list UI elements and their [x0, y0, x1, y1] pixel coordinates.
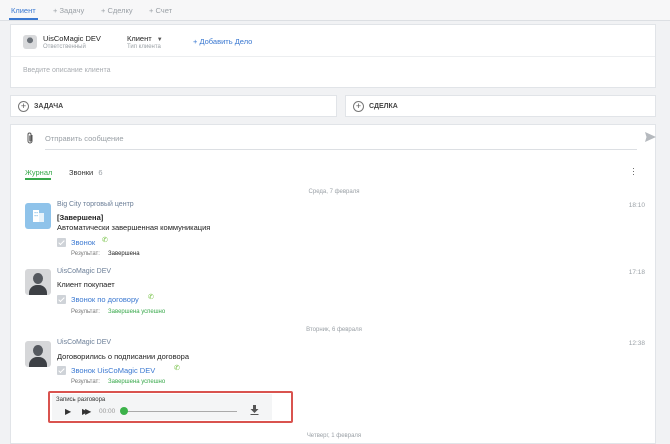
journal-underline	[25, 178, 51, 180]
tab-add-deal[interactable]: + Сделку	[101, 6, 133, 15]
message-input[interactable]: Отправить сообщение	[45, 134, 124, 143]
call-link[interactable]: Звонок	[71, 238, 95, 247]
avatar	[23, 35, 37, 49]
divider	[11, 56, 655, 57]
send-icon[interactable]	[645, 132, 656, 144]
client-description-input[interactable]: Введите описание клиента	[23, 67, 111, 74]
input-underline	[45, 149, 637, 150]
message-text: Договорились о подписании договора	[57, 352, 189, 361]
avatar	[25, 269, 51, 295]
plus-icon: +	[353, 101, 364, 112]
plus-icon: +	[18, 101, 29, 112]
tab-add-task[interactable]: + Задачу	[53, 6, 84, 15]
result-label: Результат:	[71, 251, 100, 257]
checkbox[interactable]	[57, 238, 66, 247]
message-time: 17:18	[628, 269, 645, 276]
message-status: [Завершена]	[57, 213, 104, 222]
add-deal-link[interactable]: + Добавить Дело	[193, 37, 252, 46]
download-icon[interactable]	[250, 405, 259, 417]
date-separator: Среда, 7 февраля	[308, 189, 360, 195]
phone-icon: ✆	[174, 365, 180, 372]
responsible-name[interactable]: UisCoMagic DEV	[43, 34, 101, 43]
playback-time: 00:00	[99, 408, 116, 415]
company-avatar	[25, 203, 51, 229]
message-text: Клиент покупает	[57, 280, 115, 289]
message-author[interactable]: Big City торговый центр	[57, 201, 134, 208]
progress-handle[interactable]	[120, 407, 128, 415]
calls-count: 6	[98, 168, 103, 177]
active-tab-indicator	[9, 18, 38, 20]
tab-calls[interactable]: Звонки 6	[69, 168, 102, 177]
top-tabs: Клиент + Задачу + Сделку + Счет	[0, 0, 670, 21]
client-type-value: Клиент	[127, 34, 152, 43]
add-deal-button[interactable]: + СДЕЛКА	[345, 95, 656, 117]
message-author[interactable]: UisCoMagic DEV	[57, 268, 111, 275]
result-label: Результат:	[71, 379, 100, 385]
fast-forward-icon[interactable]: ▶▶	[82, 407, 91, 416]
phone-icon: ✆	[102, 237, 108, 244]
result-value: Завершена успешно	[108, 379, 166, 385]
tab-add-invoice[interactable]: + Счет	[149, 6, 172, 15]
add-deal-label: СДЕЛКА	[369, 103, 398, 110]
client-type-label: Тип клиента	[127, 44, 161, 50]
checkbox[interactable]	[57, 295, 66, 304]
avatar	[25, 341, 51, 367]
chevron-down-icon: ▼	[156, 37, 163, 43]
result-label: Результат:	[71, 309, 100, 315]
message-text: Автоматически завершенная коммуникация	[57, 223, 211, 232]
message-time: 18:10	[628, 202, 645, 209]
add-task-label: ЗАДАЧА	[34, 103, 64, 110]
play-icon[interactable]: ▶	[65, 407, 71, 416]
result-value: Завершена успешно	[108, 309, 166, 315]
call-link[interactable]: Звонок UisCoMagic DEV	[71, 366, 155, 375]
building-icon	[33, 210, 44, 222]
message-author[interactable]: UisCoMagic DEV	[57, 339, 111, 346]
audio-player: Запись разговора ▶ ▶▶ 00:00	[52, 394, 272, 420]
more-menu-icon[interactable]: · · ·	[632, 164, 635, 179]
recording-highlight: Запись разговора ▶ ▶▶ 00:00	[48, 391, 293, 423]
progress-track[interactable]	[124, 411, 237, 412]
result-value: Завершена	[108, 251, 140, 257]
checkbox[interactable]	[57, 366, 66, 375]
phone-icon: ✆	[148, 294, 154, 301]
tab-journal[interactable]: Журнал	[25, 168, 52, 177]
client-type-select[interactable]: Клиент ▼	[127, 34, 163, 43]
date-separator: Четверг, 1 февраля	[306, 433, 362, 439]
communication-feed: Отправить сообщение Журнал Звонки 6 · · · …	[10, 124, 656, 444]
tab-calls-label: Звонки	[69, 168, 94, 177]
recording-title: Запись разговора	[56, 397, 106, 403]
client-card: UisCoMagic DEV Ответственный Клиент ▼ Ти…	[10, 24, 656, 88]
message-time: 12:38	[628, 340, 645, 347]
date-separator: Вторник, 6 февраля	[306, 327, 362, 333]
responsible-label: Ответственный	[43, 44, 86, 50]
tab-client[interactable]: Клиент	[11, 6, 36, 15]
add-task-button[interactable]: + ЗАДАЧА	[10, 95, 337, 117]
paperclip-icon[interactable]	[26, 132, 34, 146]
call-link[interactable]: Звонок по договору	[71, 295, 139, 304]
